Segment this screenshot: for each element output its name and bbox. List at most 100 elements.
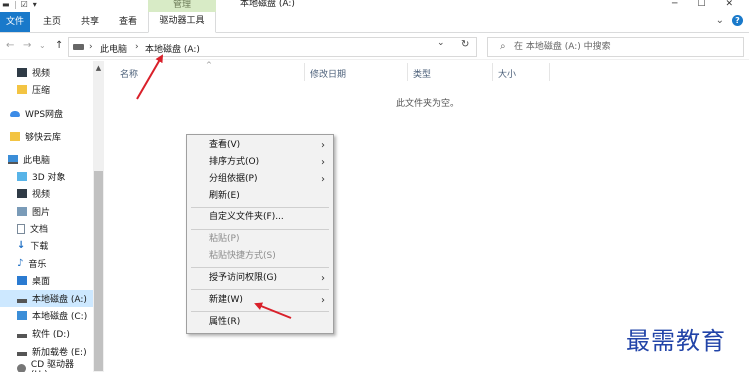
forward-icon[interactable]: → <box>23 40 31 51</box>
sidebar-item-gokuai[interactable]: 够快云库 <box>0 128 93 145</box>
sidebar-item-label: 本地磁盘 (A:) <box>32 295 87 305</box>
menu-item-label: 分组依据(P) <box>209 174 258 184</box>
tab-view[interactable]: 查看 <box>119 12 137 32</box>
address-bar[interactable]: › 此电脑 › 本地磁盘 (A:) <box>68 37 477 57</box>
up-icon[interactable]: ↑ <box>55 40 63 51</box>
column-divider[interactable] <box>492 63 493 81</box>
collapse-ribbon-icon[interactable]: ⌄ <box>716 15 724 26</box>
menu-item-label: 粘贴快捷方式(S) <box>209 251 276 261</box>
menu-item-view[interactable]: 查看(V) › <box>187 137 333 154</box>
watermark-logo: 最需教育 <box>626 327 726 355</box>
sidebar-item-wps-drive[interactable]: WPS网盘 <box>0 105 93 122</box>
empty-folder-message: 此文件夹为空。 <box>396 99 460 109</box>
sidebar-item-this-pc[interactable]: 此电脑 <box>0 151 93 168</box>
back-icon[interactable]: ← <box>6 40 14 51</box>
sidebar-item-local-disk-c[interactable]: 本地磁盘 (C:) <box>0 307 93 324</box>
menu-item-group-by[interactable]: 分组依据(P) › <box>187 171 333 188</box>
menu-item-give-access[interactable]: 授予访问权限(G) › <box>187 270 333 287</box>
sort-ascending-icon: ^ <box>206 61 212 69</box>
sidebar-item-label: 音乐 <box>28 260 47 270</box>
sidebar-item-label: 下载 <box>30 242 49 252</box>
manage-tab-group: 管理 <box>148 0 216 12</box>
checkbox-icon[interactable]: ☑ <box>21 1 28 9</box>
folder-icon <box>17 85 27 94</box>
menu-item-new[interactable]: 新建(W) › <box>187 292 333 309</box>
tab-share[interactable]: 共享 <box>81 12 99 32</box>
submenu-arrow-icon: › <box>321 295 325 306</box>
menu-item-paste-shortcut[interactable]: 粘贴快捷方式(S) <box>187 248 333 265</box>
breadcrumb-local-disk-a[interactable]: 本地磁盘 (A:) <box>145 42 200 55</box>
sidebar-item-local-disk-a[interactable]: 本地磁盘 (A:) <box>0 290 93 307</box>
sidebar-item-label: 此电脑 <box>23 156 51 166</box>
sidebar-item-downloads[interactable]: ↓ 下载 <box>0 237 93 254</box>
sidebar-item-label: 软件 (D:) <box>32 330 70 340</box>
search-icon: ⌕ <box>500 41 506 52</box>
ribbon-controls: ⌄ ? <box>716 15 743 26</box>
menu-item-properties[interactable]: 属性(R) <box>187 314 333 331</box>
context-menu: 查看(V) › 排序方式(O) › 分组依据(P) › 刷新(E) 自定义文件夹(F)… <box>186 134 334 334</box>
scroll-thumb[interactable] <box>94 171 103 371</box>
sidebar-item-software-d[interactable]: 软件 (D:) <box>0 325 93 342</box>
sidebar-item-music[interactable]: ♪ 音乐 <box>0 255 93 272</box>
tab-home[interactable]: 主页 <box>43 12 61 32</box>
column-divider[interactable] <box>407 63 408 81</box>
ribbon-tabs: 文件 主页 共享 查看 驱动器工具 ⌄ ? <box>0 12 749 33</box>
sidebar-item-documents[interactable]: 文档 <box>0 220 93 237</box>
drive-icon <box>17 333 27 338</box>
drive-icon <box>17 298 27 303</box>
sidebar-item-compressed[interactable]: 压缩 <box>0 81 93 98</box>
sidebar-item-label: 压缩 <box>32 86 51 96</box>
sidebar-scrollbar[interactable]: ▲ <box>93 61 104 372</box>
submenu-arrow-icon: › <box>321 174 325 185</box>
column-header-date-modified[interactable]: 修改日期 <box>310 67 346 80</box>
customize-dropdown-icon[interactable]: ▾ <box>33 1 37 9</box>
menu-item-label: 授予访问权限(G) <box>209 273 277 283</box>
address-dropdown-icon[interactable]: ⌄ <box>437 38 445 48</box>
menu-item-refresh[interactable]: 刷新(E) <box>187 188 333 205</box>
breadcrumb-separator[interactable]: › <box>135 42 139 52</box>
tab-file[interactable]: 文件 <box>0 12 30 32</box>
column-divider[interactable] <box>304 63 305 81</box>
scroll-up-icon[interactable]: ▲ <box>93 64 104 72</box>
sidebar-item-videos[interactable]: 视频 <box>0 64 93 81</box>
recent-locations-icon[interactable]: ⌄ <box>39 41 46 50</box>
breadcrumb-this-pc[interactable]: 此电脑 <box>100 42 127 55</box>
sidebar-item-label: 本地磁盘 (C:) <box>32 312 88 322</box>
column-header-type[interactable]: 类型 <box>413 67 431 80</box>
cube-icon <box>17 172 27 181</box>
column-header-size[interactable]: 大小 <box>498 67 516 80</box>
menu-item-label: 新建(W) <box>209 295 243 305</box>
save-icon[interactable]: ▬ <box>2 1 10 9</box>
refresh-icon[interactable]: ↻ <box>461 39 469 50</box>
maximize-button[interactable]: ☐ <box>697 0 705 9</box>
desktop-icon <box>17 276 27 285</box>
sidebar-item-cd-drive-h[interactable]: CD 驱动器 (H:) <box>0 360 93 372</box>
minimize-button[interactable]: ─ <box>672 0 677 9</box>
sidebar-item-pictures[interactable]: 图片 <box>0 203 93 220</box>
navigation-pane: 视频 压缩 WPS网盘 够快云库 此电脑 3D 对象 视频 图片 文档 ↓ 下载 … <box>0 61 104 372</box>
window-title: 本地磁盘 (A:) <box>240 0 295 9</box>
sidebar-item-label: 视频 <box>32 190 51 200</box>
video-icon <box>17 189 27 198</box>
navigation-bar: ← → ⌄ ↑ › 此电脑 › 本地磁盘 (A:) ⌄ ↻ ⌕ <box>0 34 749 60</box>
video-icon <box>17 68 27 77</box>
column-divider[interactable] <box>549 63 550 81</box>
tab-drive-tools[interactable]: 驱动器工具 <box>148 12 216 33</box>
sidebar-item-label: 图片 <box>32 208 51 218</box>
search-input[interactable] <box>514 40 734 54</box>
computer-icon <box>73 44 84 50</box>
breadcrumb-separator[interactable]: › <box>89 42 93 52</box>
folder-icon <box>10 132 20 141</box>
sidebar-item-desktop[interactable]: 桌面 <box>0 272 93 289</box>
document-icon <box>17 223 25 234</box>
close-button[interactable]: ✕ <box>725 0 733 9</box>
menu-item-label: 查看(V) <box>209 140 241 150</box>
sidebar-item-videos-2[interactable]: 视频 <box>0 185 93 202</box>
search-box[interactable]: ⌕ <box>487 37 744 57</box>
menu-item-sort-by[interactable]: 排序方式(O) › <box>187 154 333 171</box>
help-icon[interactable]: ? <box>732 15 743 26</box>
sidebar-item-3d-objects[interactable]: 3D 对象 <box>0 168 93 185</box>
column-header-name[interactable]: 名称 <box>120 67 138 80</box>
menu-item-paste[interactable]: 粘贴(P) <box>187 231 333 248</box>
menu-item-customize-folder[interactable]: 自定义文件夹(F)... <box>187 209 333 226</box>
